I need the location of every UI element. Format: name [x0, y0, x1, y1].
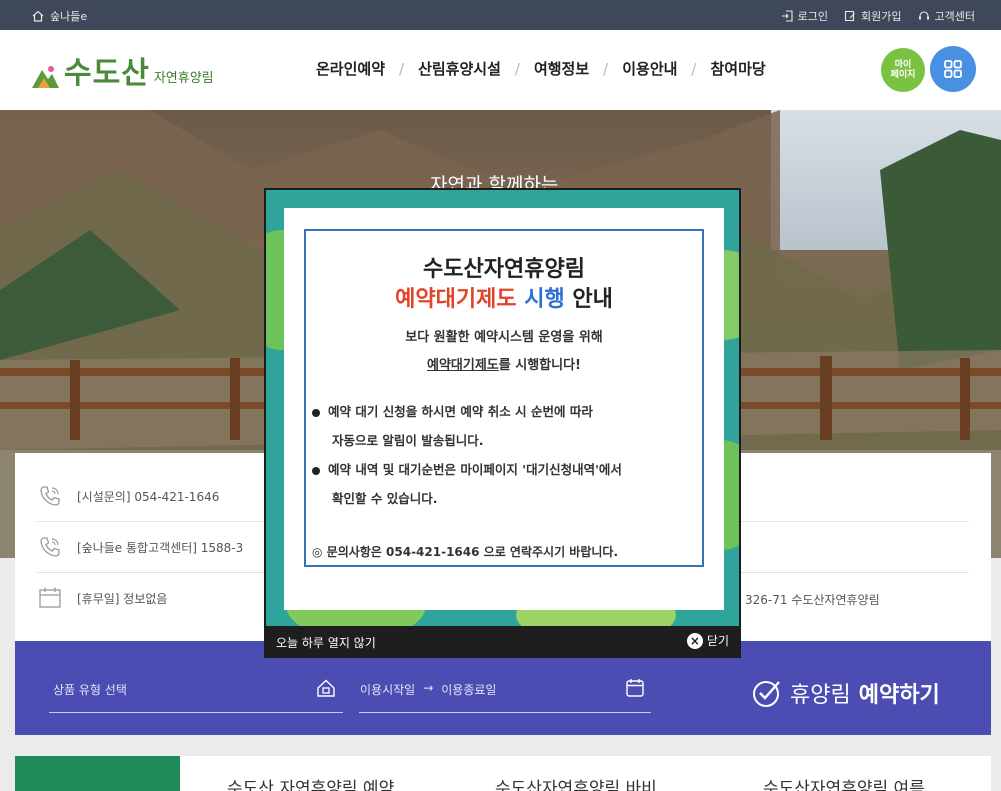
- popup-lead-2: 예약대기제도를 시행합니다!: [306, 354, 702, 373]
- check-circle-icon: [753, 681, 780, 707]
- popup-subtitle-red: 예약대기제도: [395, 287, 517, 312]
- popup-bullet-2: 예약 내역 및 대기순번은 마이페이지 '대기신청내역'에서 확인할 수 있습니…: [312, 455, 622, 513]
- site-header: 수도산 자연휴양림 온라인예약 / 산림휴양시설 / 여행정보 / 이용안내 /…: [0, 30, 1001, 110]
- home-icon: [32, 10, 44, 22]
- login-icon: [781, 10, 793, 22]
- date-range-picker[interactable]: 이용시작일 → 이용종료일: [360, 681, 496, 698]
- site-logo[interactable]: 수도산 자연휴양림: [30, 48, 214, 92]
- site-name: 숲나들e: [50, 10, 88, 23]
- nav-separator: /: [603, 59, 609, 78]
- bottom-feature-tile[interactable]: [15, 756, 180, 791]
- bottom-content-strip: 수도산 자연휴양림 예약 수도산자연휴양림 바비 수도산자연휴양림 여름: [15, 756, 991, 791]
- popup-body: 수도산자연휴양림 예약대기제도 시행 안내 보다 원활한 예약시스템 운영을 위…: [284, 208, 724, 610]
- popup-contact: ◎ 문의사항은 054-421-1646 으로 연락주시기 바랍니다.: [312, 545, 619, 559]
- bullet-dot: [312, 466, 320, 475]
- popup-footer: 오늘 하루 열지 않기 × 닫기: [266, 626, 739, 656]
- popup-lead-1: 보다 원활한 예약시스템 운영을 위해: [405, 330, 603, 345]
- nav-travel-info[interactable]: 여행정보: [534, 58, 589, 79]
- mypage-button[interactable]: 마이 페이지: [881, 48, 925, 92]
- top-utility-bar: 숲나들e 로그인 회원가입 고객센터: [0, 0, 1001, 30]
- holiday-row: [휴무일] 정보없음: [37, 585, 167, 611]
- facility-phone-text: [시설문의] 054-421-1646: [77, 489, 220, 504]
- reserve-button-label: 예약하기: [858, 683, 940, 708]
- dont-show-today-button[interactable]: 오늘 하루 열지 않기: [276, 634, 376, 651]
- popup-close-button[interactable]: × 닫기: [686, 632, 729, 649]
- nav-usage-guide[interactable]: 이용안내: [622, 58, 677, 79]
- bottom-link-3[interactable]: 수도산자연휴양림 여름: [763, 774, 925, 791]
- popup-bullet-1: 예약 대기 신청을 하시면 예약 취소 시 순번에 따라 자동으로 알림이 발송…: [312, 397, 593, 455]
- bottom-link-1[interactable]: 수도산 자연휴양림 예약: [227, 774, 394, 791]
- signup-label: 회원가입: [861, 10, 902, 23]
- nav-participation[interactable]: 참여마당: [710, 58, 765, 79]
- main-nav: 온라인예약 / 산림휴양시설 / 여행정보 / 이용안내 / 참여마당: [316, 58, 766, 79]
- grid-menu-icon: [944, 60, 962, 78]
- popup-bullet-2-line1: 예약 내역 및 대기순번은 마이페이지 '대기신청내역'에서: [328, 462, 622, 477]
- all-menu-button[interactable]: [930, 46, 976, 92]
- house-icon: [317, 679, 335, 697]
- popup-bullet-1-line2: 자동으로 알림이 발송됩니다.: [332, 433, 484, 448]
- popup-subtitle-blue: 시행: [524, 287, 565, 312]
- product-type-select[interactable]: 상품 유형 선택: [53, 681, 127, 698]
- call-center-text: [숲나들e 통합고객센터] 1588-3: [77, 540, 244, 555]
- date-end-placeholder: 이용종료일: [441, 683, 497, 697]
- field-underline: [359, 712, 651, 713]
- headset-icon: [918, 11, 929, 20]
- calendar-icon[interactable]: [624, 677, 646, 699]
- reserve-button-prefix: 휴양림: [790, 683, 851, 708]
- home-link[interactable]: 숲나들e: [32, 8, 87, 24]
- support-link[interactable]: 고객센터: [918, 8, 975, 24]
- signup-link[interactable]: 회원가입: [844, 8, 902, 24]
- mypage-label-1: 마이: [894, 60, 912, 70]
- login-label: 로그인: [797, 10, 829, 23]
- bullet-dot: [312, 408, 320, 417]
- popup-bullet-1-line1: 예약 대기 신청을 하시면 예약 취소 시 순번에 따라: [328, 404, 593, 419]
- support-label: 고객센터: [934, 10, 975, 23]
- popup-bullet-2-line2: 확인할 수 있습니다.: [332, 491, 438, 506]
- close-icon: ×: [686, 632, 703, 649]
- popup-notice-box: 수도산자연휴양림 예약대기제도 시행 안내 보다 원활한 예약시스템 운영을 위…: [304, 229, 704, 567]
- field-underline: [49, 712, 343, 713]
- facility-phone-row: [시설문의] 054-421-1646: [37, 483, 219, 509]
- date-start-placeholder: 이용시작일: [360, 683, 416, 697]
- popup-lead-2-underlined: 예약대기제도: [427, 358, 499, 373]
- holiday-text: [휴무일] 정보없음: [77, 591, 168, 606]
- popup-subtitle-rest: 안내: [572, 287, 613, 312]
- nav-separator: /: [399, 59, 405, 78]
- signup-icon: [844, 10, 855, 22]
- logo-sub-text: 자연휴양림: [153, 71, 214, 86]
- popup-subtitle: 예약대기제도 시행 안내: [306, 281, 702, 313]
- nav-forest-facilities[interactable]: 산림휴양시설: [418, 58, 501, 79]
- popup-close-label: 닫기: [706, 634, 729, 648]
- bottom-link-2[interactable]: 수도산자연휴양림 바비: [495, 774, 657, 791]
- calendar-icon: [39, 587, 61, 608]
- reserve-button[interactable]: 휴양림 예약하기: [752, 677, 940, 709]
- nav-separator: /: [514, 59, 520, 78]
- notice-popup: 수도산자연휴양림 예약대기제도 시행 안내 보다 원활한 예약시스템 운영을 위…: [264, 188, 741, 658]
- nav-online-reservation[interactable]: 온라인예약: [316, 58, 385, 79]
- address-text: 326-71 수도산자연휴양림: [745, 593, 880, 607]
- mypage-label-2: 페이지: [890, 70, 916, 80]
- mountain-logo-icon: [32, 66, 59, 88]
- logo-main-text: 수도산: [64, 56, 150, 91]
- phone-icon: [40, 537, 60, 557]
- login-link[interactable]: 로그인: [781, 8, 828, 24]
- popup-lead-2-rest: 를 시행합니다!: [498, 358, 581, 373]
- nav-separator: /: [691, 59, 697, 78]
- popup-title: 수도산자연휴양림: [423, 257, 585, 282]
- phone-icon: [40, 486, 60, 506]
- call-center-row: [숲나들e 통합고객센터] 1588-3: [37, 534, 243, 560]
- date-arrow: →: [423, 681, 434, 695]
